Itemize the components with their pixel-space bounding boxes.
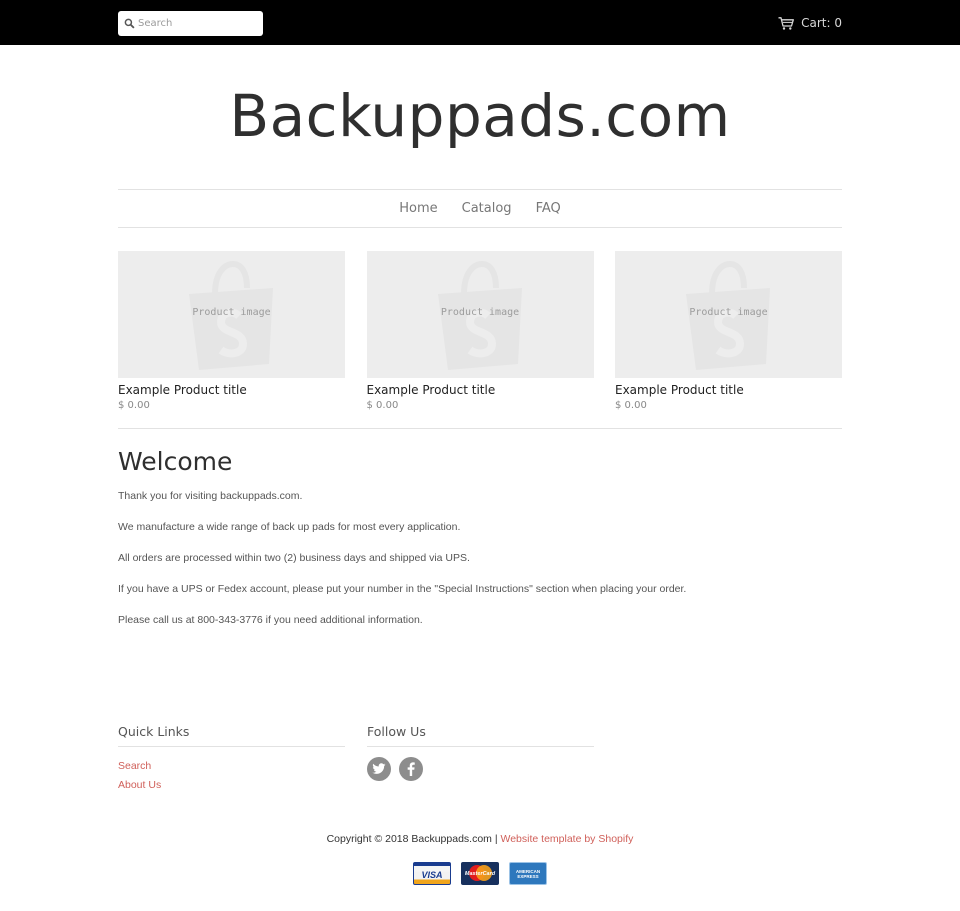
follow-us-heading: Follow Us — [367, 724, 594, 747]
site-title[interactable]: Backuppads.com — [0, 82, 960, 150]
product-grid: Product image Example Product title $ 0.… — [118, 251, 842, 411]
welcome-paragraph: All orders are processed within two (2) … — [118, 552, 470, 564]
footer-link-search[interactable]: Search — [118, 757, 345, 776]
twitter-icon[interactable] — [367, 757, 391, 781]
quick-links-heading: Quick Links — [118, 724, 345, 747]
product-image-label: Product image — [192, 307, 271, 318]
copyright-line: Copyright © 2018 Backuppads.com | Websit… — [0, 833, 960, 845]
product-card[interactable]: Product image Example Product title $ 0.… — [615, 251, 842, 411]
welcome-section: Welcome Thank you for visiting backuppad… — [118, 447, 842, 627]
product-title[interactable]: Example Product title — [367, 382, 594, 398]
payment-methods: VISA MasterCard AMERICAN EXPRESS — [0, 862, 960, 885]
social-links — [367, 757, 594, 781]
cart-icon — [778, 16, 795, 30]
product-image[interactable]: Product image — [366, 251, 594, 378]
visa-label: VISA — [421, 870, 443, 880]
nav-catalog[interactable]: Catalog — [462, 201, 512, 216]
product-price: $ 0.00 — [118, 400, 150, 411]
visa-icon: VISA — [413, 862, 451, 885]
welcome-heading: Welcome — [118, 447, 233, 476]
main-nav: Home Catalog FAQ — [118, 189, 842, 228]
mastercard-icon: MasterCard — [461, 862, 499, 885]
product-price: $ 0.00 — [615, 400, 647, 411]
quick-links-list: Search About Us — [118, 757, 345, 795]
product-image-label: Product image — [689, 307, 768, 318]
amex-label: AMERICAN EXPRESS — [515, 868, 541, 879]
cart-link[interactable]: Cart: 0 — [778, 14, 842, 32]
welcome-paragraph: If you have a UPS or Fedex account, plea… — [118, 583, 687, 595]
nav-home[interactable]: Home — [399, 201, 437, 216]
product-card[interactable]: Product image Example Product title $ 0.… — [118, 251, 345, 411]
section-divider — [118, 428, 842, 429]
cart-label: Cart: 0 — [801, 16, 842, 30]
welcome-paragraph: We manufacture a wide range of back up p… — [118, 521, 461, 533]
search-icon — [124, 18, 135, 29]
product-title[interactable]: Example Product title — [615, 382, 842, 398]
shopify-template-link[interactable]: Website template by Shopify — [501, 833, 634, 845]
mastercard-label: MasterCard — [464, 870, 496, 877]
product-price: $ 0.00 — [366, 400, 399, 411]
quick-links: Quick Links Search About Us — [118, 724, 345, 795]
welcome-paragraph: Please call us at 800-343-3776 if you ne… — [118, 614, 423, 626]
product-card[interactable]: Product image Example Product title $ 0.… — [366, 251, 594, 411]
product-image[interactable]: Product image — [118, 251, 345, 378]
follow-us: Follow Us — [367, 724, 594, 781]
facebook-icon[interactable] — [399, 757, 423, 781]
footer-link-about-us[interactable]: About Us — [118, 776, 345, 795]
welcome-paragraph: Thank you for visiting backuppads.com. — [118, 490, 303, 502]
copyright-text: Copyright © 2018 Backuppads.com | — [326, 833, 501, 845]
search-box[interactable] — [118, 11, 263, 36]
top-bar: Cart: 0 — [0, 0, 960, 45]
nav-faq[interactable]: FAQ — [536, 201, 561, 216]
american-express-icon: AMERICAN EXPRESS — [509, 862, 547, 885]
search-input[interactable] — [138, 11, 260, 36]
product-title[interactable]: Example Product title — [118, 382, 345, 398]
product-image[interactable]: Product image — [615, 251, 842, 378]
product-image-label: Product image — [440, 307, 520, 318]
